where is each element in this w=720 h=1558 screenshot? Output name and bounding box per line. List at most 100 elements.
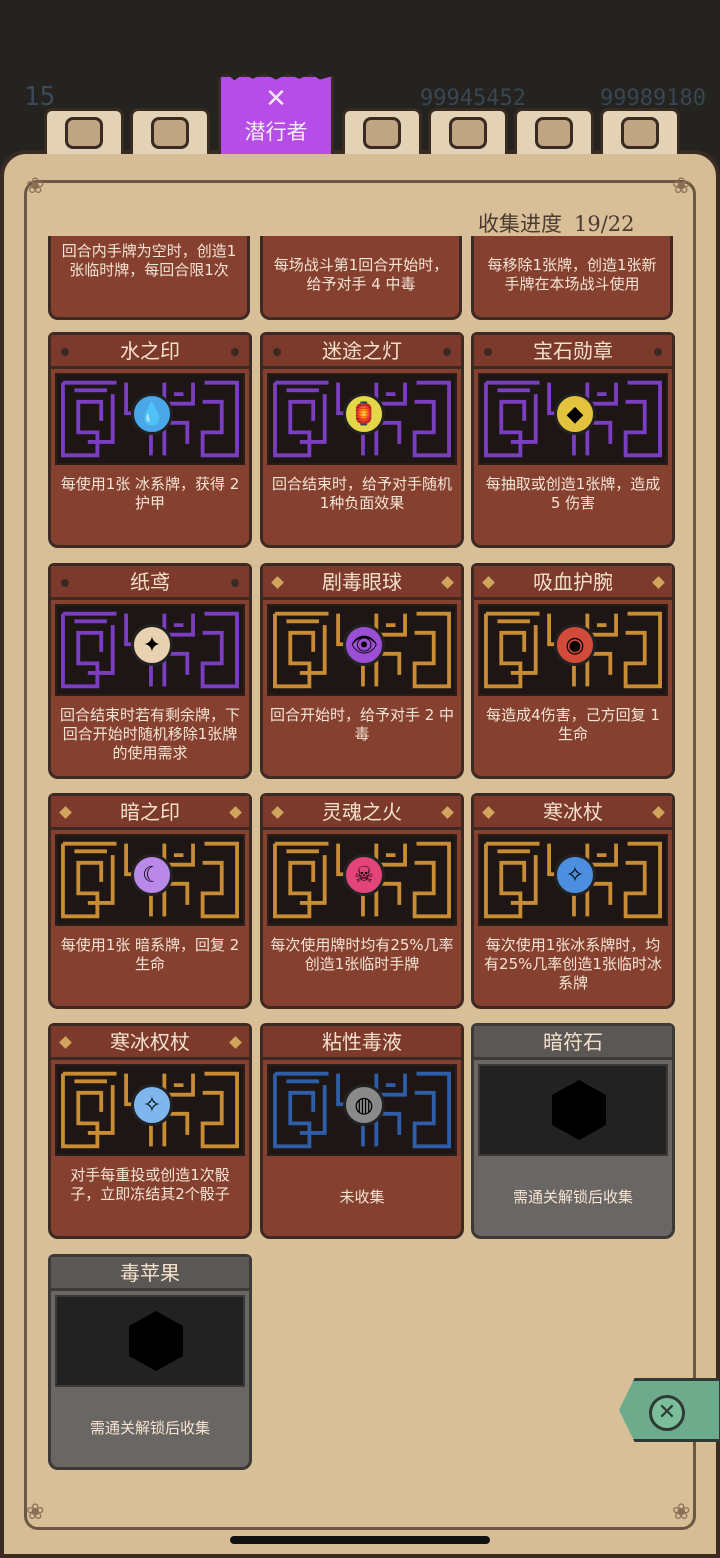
tab-bricks[interactable]	[600, 108, 680, 154]
card-title: 粘性毒液	[263, 1026, 461, 1060]
card-description: 每造成4伤害，己方回复 1 生命	[486, 706, 660, 743]
locked-hexagon-icon	[552, 1080, 606, 1140]
card-description: 每使用1张 冰系牌，获得 2 护甲	[60, 475, 240, 512]
tab-shield[interactable]	[130, 108, 210, 154]
card-artwork: ☠	[267, 834, 457, 926]
card-title: 寒冰权杖	[51, 1026, 249, 1060]
card-description: 回合结束时若有剩余牌，下回合开始时随机移除1张牌的使用需求	[59, 706, 240, 762]
home-indicator	[230, 1536, 490, 1544]
card-artwork: ◆	[478, 373, 668, 465]
partial-card[interactable]: 每移除1张牌，创造1张新手牌在本场战斗使用	[471, 236, 673, 320]
rivet-dot-icon	[654, 348, 662, 356]
card-artwork: ✧	[55, 1064, 245, 1156]
card-artwork: ☾	[55, 834, 245, 926]
card-title: 迷途之灯	[263, 335, 461, 369]
card-description: 每使用1张 暗系牌，回复 2 生命	[60, 936, 240, 973]
rivet-dot-icon	[231, 348, 239, 356]
relic-icon: 👁	[343, 624, 385, 666]
collection-card[interactable]: 粘性毒液 ◍ 未收集	[260, 1023, 464, 1239]
collection-card[interactable]: 寒冰杖 ✧ 每次使用1张冰系牌时，均有25%几率创造1张临时冰系牌	[471, 793, 675, 1009]
relic-icon: 💧	[131, 393, 173, 435]
card-title: 暗符石	[474, 1026, 672, 1060]
relic-icon: ☠	[343, 854, 385, 896]
crossed-blades-icon: ✕	[265, 84, 287, 114]
shield-icon	[151, 116, 189, 149]
collection-card[interactable]: 剧毒眼球 👁 回合开始时，给予对手 2 中毒	[260, 563, 464, 779]
collection-card[interactable]: 迷途之灯 🏮 回合结束时，给予对手随机1种负面效果	[260, 332, 464, 548]
relic-icon: ✧	[131, 1084, 173, 1126]
card-description: 每次使用1张冰系牌时，均有25%几率创造1张临时冰系牌	[484, 936, 662, 992]
card-title: 暗之印	[51, 796, 249, 830]
rivet-dot-icon	[231, 579, 239, 587]
bricks-icon	[621, 116, 659, 149]
partial-card[interactable]: 每场战斗第1回合开始时，给予对手 4 中毒	[260, 236, 462, 320]
collection-card[interactable]: 吸血护腕 ◉ 每造成4伤害，己方回复 1 生命	[471, 563, 675, 779]
relic-icon: ✦	[131, 624, 173, 666]
card-artwork: 👁	[267, 604, 457, 696]
rivet-dot-icon	[484, 348, 492, 356]
collection-card[interactable]: 暗符石需通关解锁后收集	[471, 1023, 675, 1239]
card-artwork: ✧	[478, 834, 668, 926]
collection-card[interactable]: 暗之印 ☾ 每使用1张 暗系牌，回复 2 生命	[48, 793, 252, 1009]
collection-card[interactable]: 宝石勋章 ◆ 每抽取或创造1张牌，造成 5 伤害	[471, 332, 675, 548]
collection-card[interactable]: 水之印 💧 每使用1张 冰系牌，获得 2 护甲	[48, 332, 252, 548]
card-title: 寒冰杖	[474, 796, 672, 830]
tab-gear[interactable]	[44, 108, 124, 154]
relic-icon: ◉	[554, 624, 596, 666]
collection-card[interactable]: 灵魂之火 ☠ 每次使用牌时均有25%几率创造1张临时手牌	[260, 793, 464, 1009]
card-description: 每次使用牌时均有25%几率创造1张临时手牌	[270, 936, 454, 973]
tab-eye[interactable]	[514, 108, 594, 154]
tab-triangle[interactable]	[428, 108, 508, 154]
card-artwork: ✦	[55, 604, 245, 696]
relic-icon: ◆	[554, 393, 596, 435]
triangle-icon	[449, 116, 487, 149]
eye-icon	[535, 116, 573, 149]
card-description: 回合开始时，给予对手 2 中毒	[269, 706, 455, 743]
card-artwork	[478, 1064, 668, 1156]
card-description: 每抽取或创造1张牌，造成 5 伤害	[485, 475, 661, 512]
rivet-dot-icon	[61, 348, 69, 356]
tab-active[interactable]: ✕ 潜行者	[218, 74, 334, 154]
relic-icon: ✧	[554, 854, 596, 896]
card-artwork	[55, 1295, 245, 1387]
card-title: 宝石勋章	[474, 335, 672, 369]
card-title: 剧毒眼球	[263, 566, 461, 600]
corner-rune-icon: ❀	[672, 1500, 691, 1525]
close-icon: ✕	[649, 1395, 685, 1431]
rivet-dot-icon	[61, 579, 69, 587]
tab-label: 潜行者	[244, 120, 308, 144]
gear-icon	[65, 116, 103, 149]
card-description: 需通关解锁后收集	[512, 1188, 633, 1206]
card-title: 灵魂之火	[263, 796, 461, 830]
locked-hexagon-icon	[129, 1311, 183, 1371]
partial-card[interactable]: 回合内手牌为空时，创造1张临时牌，每回合限1次	[48, 236, 250, 320]
collection-card[interactable]: 毒苹果需通关解锁后收集	[48, 1254, 252, 1470]
progress-value: 19/22	[574, 212, 635, 236]
card-title: 吸血护腕	[474, 566, 672, 600]
relic-icon: ◍	[343, 1084, 385, 1126]
card-artwork: ◉	[478, 604, 668, 696]
card-title: 纸鸢	[51, 566, 249, 600]
tab-wind[interactable]	[342, 108, 422, 154]
card-description: 未收集	[339, 1188, 385, 1206]
card-description: 对手每重投或创造1次骰子，立即冻结其2个骰子	[70, 1166, 230, 1203]
progress-label: 收集进度	[478, 212, 562, 236]
collection-card[interactable]: 寒冰权杖 ✧ 对手每重投或创造1次骰子，立即冻结其2个骰子	[48, 1023, 252, 1239]
card-title: 水之印	[51, 335, 249, 369]
rivet-dot-icon	[443, 348, 451, 356]
card-artwork: 🏮	[267, 373, 457, 465]
relic-icon: ☾	[131, 854, 173, 896]
wind-icon	[363, 116, 401, 149]
screen: { "header": {"level": "15", "currency1":…	[0, 0, 720, 1558]
card-artwork: 💧	[55, 373, 245, 465]
card-artwork: ◍	[267, 1064, 457, 1156]
collection-card[interactable]: 纸鸢 ✦ 回合结束时若有剩余牌，下回合开始时随机移除1张牌的使用需求	[48, 563, 252, 779]
corner-rune-icon: ❀	[26, 174, 45, 199]
rivet-dot-icon	[273, 348, 281, 356]
card-description: 需通关解锁后收集	[89, 1419, 210, 1437]
card-title: 毒苹果	[51, 1257, 249, 1291]
corner-rune-icon: ❀	[26, 1500, 45, 1525]
corner-rune-icon: ❀	[672, 174, 691, 199]
collection-progress: 收集进度 19/22	[478, 208, 635, 238]
relic-icon: 🏮	[343, 393, 385, 435]
